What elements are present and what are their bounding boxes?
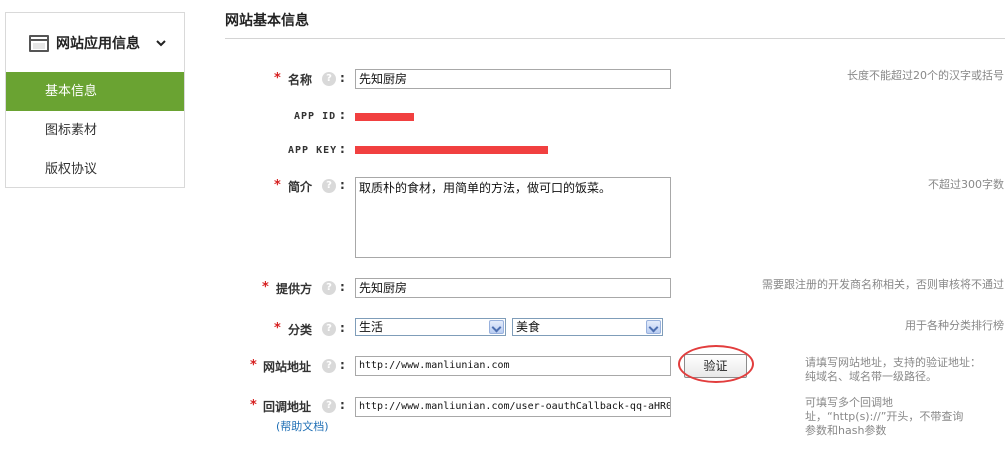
site-url-label: 网站地址: [263, 360, 312, 374]
category-primary-select[interactable]: 生活: [355, 318, 506, 336]
provider-hint: 需要跟注册的开发商名称相关，否则审核将不通过: [762, 278, 1004, 291]
site-url-hint-line2: 纯域名、域名带一级路径。: [805, 370, 937, 383]
sidebar: 网站应用信息 基本信息 图标素材 版权协议: [5, 12, 185, 188]
required-mark: *: [274, 321, 281, 336]
required-mark: *: [274, 178, 281, 193]
callback-url-label: 回调地址: [263, 400, 312, 414]
category-primary-value: 生活: [359, 320, 384, 334]
sidebar-item-icon-assets[interactable]: 图标素材: [6, 111, 184, 150]
app-id-label: APP ID: [294, 111, 337, 122]
chevron-down-icon: [156, 40, 166, 47]
colon: :: [340, 358, 345, 372]
sidebar-item-basic-info[interactable]: 基本信息: [6, 72, 184, 111]
app-key-label: APP KEY: [288, 145, 338, 156]
highlight-circle: [678, 345, 754, 383]
app-key-redacted: [355, 146, 548, 154]
sidebar-title: 网站应用信息: [56, 36, 140, 52]
help-icon[interactable]: ?: [322, 322, 336, 336]
title-divider: [225, 38, 1005, 39]
colon: :: [340, 108, 345, 122]
provider-label: 提供方: [276, 282, 313, 296]
site-url-hint-line1: 请填写网站地址，支持的验证地址：: [805, 356, 981, 369]
required-mark: *: [262, 280, 269, 295]
colon: :: [340, 398, 345, 412]
help-icon[interactable]: ?: [322, 179, 336, 193]
sidebar-header[interactable]: 网站应用信息: [6, 13, 184, 72]
sidebar-item-copyright[interactable]: 版权协议: [6, 150, 184, 189]
name-label: 名称: [288, 73, 313, 87]
help-icon[interactable]: ?: [322, 359, 336, 373]
colon: :: [340, 71, 345, 85]
callback-url-hint-line2: 址，“http(s)://”开头，不带查询: [805, 410, 964, 423]
callback-url-input[interactable]: http://www.manliunian.com/user-oauthCall…: [355, 397, 671, 417]
app-id-redacted: [355, 113, 414, 121]
intro-hint: 不超过300字数: [928, 178, 1004, 191]
intro-label: 简介: [288, 180, 313, 194]
dropdown-arrow-icon[interactable]: [489, 320, 504, 334]
page-title: 网站基本信息: [225, 13, 309, 29]
category-secondary-value: 美食: [516, 320, 541, 334]
intro-textarea[interactable]: 取质朴的食材，用简单的方法，做可口的饭菜。: [355, 177, 671, 258]
callback-url-hint: 可填写多个回调地 址，“http(s)://”开头，不带查询 参数和hash参数: [805, 396, 1004, 438]
dropdown-arrow-icon[interactable]: [646, 320, 661, 334]
required-mark: *: [250, 358, 257, 373]
help-icon[interactable]: ?: [322, 281, 336, 295]
site-url-hint: 请填写网站地址，支持的验证地址： 纯域名、域名带一级路径。: [805, 356, 1004, 384]
colon: :: [340, 142, 345, 156]
callback-url-hint-line3: 参数和hash参数: [805, 424, 887, 437]
provider-input[interactable]: 先知厨房: [355, 278, 671, 298]
help-docs-link[interactable]: (帮助文档): [276, 418, 329, 434]
help-icon[interactable]: ?: [322, 72, 336, 86]
help-icon[interactable]: ?: [322, 399, 336, 413]
category-secondary-select[interactable]: 美食: [512, 318, 663, 336]
window-icon: [29, 35, 49, 52]
category-label: 分类: [288, 323, 313, 337]
callback-url-hint-line1: 可填写多个回调地: [805, 396, 893, 409]
category-hint: 用于各种分类排行榜: [905, 319, 1004, 332]
name-input[interactable]: 先知厨房: [355, 69, 671, 89]
colon: :: [340, 280, 345, 294]
site-url-input[interactable]: http://www.manliunian.com: [355, 356, 671, 376]
colon: :: [340, 178, 345, 192]
colon: :: [340, 321, 345, 335]
name-hint: 长度不能超过20个的汉字或括号: [847, 69, 1004, 82]
required-mark: *: [274, 71, 281, 86]
required-mark: *: [250, 398, 257, 413]
